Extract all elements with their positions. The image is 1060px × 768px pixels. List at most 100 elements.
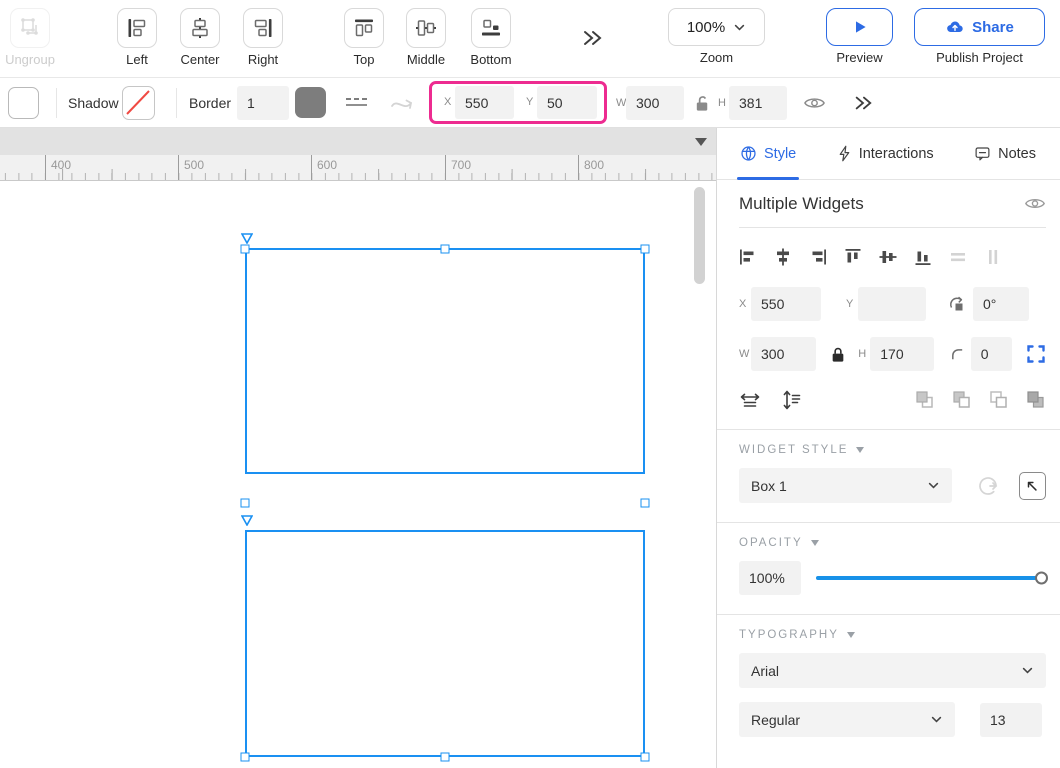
font-size-input[interactable]: 13 bbox=[980, 703, 1042, 737]
align-left-icon bbox=[117, 8, 157, 48]
panel-tabs: Style Interactions Notes bbox=[717, 128, 1060, 180]
share-label: Share bbox=[972, 19, 1014, 36]
align-bottom-button[interactable]: Bottom bbox=[459, 8, 523, 67]
position-row: X 550 Y 0° bbox=[739, 287, 1046, 321]
tab-notes-label: Notes bbox=[998, 146, 1036, 162]
canvas-viewport[interactable] bbox=[0, 181, 716, 768]
lock-icon[interactable] bbox=[830, 346, 846, 363]
selection-brackets-icon[interactable] bbox=[1026, 344, 1046, 364]
widget-style-row: Box 1 bbox=[739, 468, 1046, 503]
panel-y-input[interactable] bbox=[858, 287, 926, 321]
align-left-small-icon[interactable] bbox=[739, 248, 757, 266]
selection-handle[interactable] bbox=[441, 753, 450, 762]
tab-style-label: Style bbox=[764, 146, 796, 162]
widget-box-1[interactable] bbox=[245, 248, 645, 474]
ruler-label: 400 bbox=[45, 155, 71, 181]
ungroup-button[interactable]: Ungroup bbox=[0, 8, 62, 67]
unlock-icon[interactable] bbox=[693, 93, 712, 113]
align-right-icon bbox=[243, 8, 283, 48]
height-input[interactable]: 381 bbox=[729, 86, 787, 120]
selection-handle[interactable] bbox=[441, 245, 450, 254]
apply-style-icon[interactable] bbox=[977, 475, 999, 497]
vertical-spacing-icon[interactable] bbox=[781, 390, 803, 410]
selection-handle[interactable] bbox=[641, 245, 650, 254]
canvas-area: 400 500 600 700 800 bbox=[0, 128, 716, 768]
selection-handle[interactable] bbox=[241, 245, 250, 254]
play-icon bbox=[852, 19, 868, 35]
send-backward-icon[interactable] bbox=[988, 389, 1009, 410]
align-middle-button[interactable]: Middle bbox=[394, 8, 458, 67]
tab-notes[interactable]: Notes bbox=[974, 128, 1036, 180]
align-right-small-icon[interactable] bbox=[809, 248, 827, 266]
border-color-swatch[interactable] bbox=[295, 87, 326, 118]
selection-handle[interactable] bbox=[241, 499, 250, 508]
select-styled-widgets-button[interactable] bbox=[1019, 472, 1046, 500]
y-position-input[interactable]: 50 bbox=[537, 86, 597, 119]
align-right-label: Right bbox=[231, 52, 295, 67]
panel-x-input[interactable]: 550 bbox=[751, 287, 821, 321]
preview-label: Preview bbox=[826, 50, 893, 65]
notes-tab-icon bbox=[974, 145, 991, 162]
font-family-row: Arial bbox=[739, 653, 1046, 688]
fill-color-swatch[interactable] bbox=[8, 87, 39, 119]
opacity-input[interactable]: 100% bbox=[739, 561, 801, 595]
align-middle-small-icon[interactable] bbox=[879, 248, 897, 266]
panel-w-input[interactable]: 300 bbox=[751, 337, 816, 371]
selection-handle[interactable] bbox=[241, 753, 250, 762]
horizontal-spacing-icon[interactable] bbox=[739, 390, 761, 410]
opacity-slider-track bbox=[816, 576, 1046, 581]
line-style-icon[interactable] bbox=[344, 92, 370, 114]
inspector-panel: Style Interactions Notes bbox=[716, 128, 1060, 768]
widget-style-header-label: WIDGET STYLE bbox=[739, 444, 848, 456]
preview-button[interactable]: Preview bbox=[826, 8, 893, 65]
zoom-dropdown[interactable]: 100% Zoom bbox=[668, 8, 765, 65]
page-bar bbox=[0, 128, 716, 155]
distribute-vertical-icon[interactable] bbox=[984, 248, 1002, 266]
align-center-button[interactable]: Center bbox=[168, 8, 232, 67]
widget-style-dropdown[interactable]: Box 1 bbox=[739, 468, 952, 503]
no-shadow-swatch[interactable] bbox=[122, 86, 155, 120]
font-family-dropdown[interactable]: Arial bbox=[739, 653, 1046, 688]
visibility-eye-icon[interactable] bbox=[803, 93, 826, 113]
share-button[interactable]: Share Publish Project bbox=[914, 8, 1045, 65]
format-more-icon[interactable] bbox=[852, 93, 874, 113]
align-center-small-icon[interactable] bbox=[774, 248, 792, 266]
widget-box-2[interactable] bbox=[245, 530, 645, 757]
width-input[interactable]: 300 bbox=[626, 86, 684, 120]
x-position-input[interactable]: 550 bbox=[455, 86, 514, 119]
interactions-tab-icon bbox=[837, 145, 852, 162]
toolbar-more-icon[interactable] bbox=[580, 26, 604, 50]
font-weight-dropdown[interactable]: Regular bbox=[739, 702, 955, 737]
opacity-slider[interactable] bbox=[816, 561, 1046, 595]
selection-handle[interactable] bbox=[641, 753, 650, 762]
distribute-horizontal-icon[interactable] bbox=[949, 248, 967, 266]
selection-handle[interactable] bbox=[641, 499, 650, 508]
vertical-scrollbar[interactable] bbox=[694, 187, 705, 284]
align-top-button[interactable]: Top bbox=[332, 8, 396, 67]
send-to-back-icon[interactable] bbox=[1025, 389, 1046, 410]
align-top-label: Top bbox=[332, 52, 396, 67]
tab-style[interactable]: Style bbox=[740, 128, 796, 180]
divider bbox=[717, 522, 1060, 523]
page-dropdown-icon[interactable] bbox=[695, 138, 707, 146]
h-field-label: H bbox=[718, 78, 726, 128]
border-width-input[interactable]: 1 bbox=[237, 86, 289, 120]
arrow-style-icon[interactable] bbox=[389, 92, 415, 114]
widget-style-header[interactable]: WIDGET STYLE bbox=[739, 444, 1046, 456]
corner-radius-input[interactable]: 0 bbox=[971, 337, 1012, 371]
panel-w-label: W bbox=[739, 348, 751, 360]
widget-eye-icon[interactable] bbox=[1024, 194, 1046, 213]
opacity-slider-handle[interactable] bbox=[1035, 572, 1048, 585]
panel-h-input[interactable]: 170 bbox=[870, 337, 933, 371]
rotation-input[interactable]: 0° bbox=[973, 287, 1029, 321]
typography-header[interactable]: TYPOGRAPHY bbox=[739, 629, 1046, 641]
tab-interactions[interactable]: Interactions bbox=[837, 128, 934, 180]
align-right-button[interactable]: Right bbox=[231, 8, 295, 67]
align-bottom-small-icon[interactable] bbox=[914, 248, 932, 266]
opacity-header[interactable]: OPACITY bbox=[739, 537, 1046, 549]
bring-to-front-icon[interactable] bbox=[914, 389, 935, 410]
font-style-row: Regular 13 bbox=[739, 702, 1046, 737]
align-left-button[interactable]: Left bbox=[105, 8, 169, 67]
align-top-small-icon[interactable] bbox=[844, 248, 862, 266]
bring-forward-icon[interactable] bbox=[951, 389, 972, 410]
